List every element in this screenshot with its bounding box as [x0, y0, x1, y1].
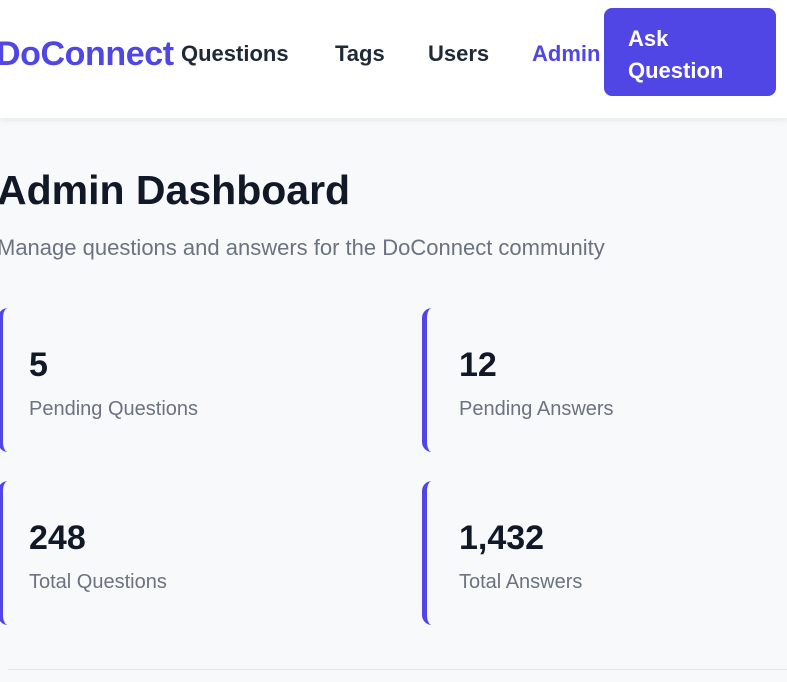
stat-card-total-questions: 248 Total Questions [0, 481, 358, 625]
brand-logo[interactable]: DoConnect [0, 35, 174, 74]
stat-card-total-answers: 1,432 Total Answers [422, 481, 782, 625]
stat-label: Pending Questions [29, 398, 199, 420]
stat-label: Total Answers [459, 571, 583, 593]
page-subtitle: Manage questions and answers for the DoC… [0, 235, 605, 260]
page-title: Admin Dashboard [0, 167, 351, 213]
top-navbar: DoConnect Questions Tags Users Admin Ask… [0, 0, 787, 118]
stat-value: 12 [459, 346, 497, 384]
stat-card-pending-answers: 12 Pending Answers [422, 308, 782, 452]
ask-question-label-line2: Question [628, 58, 724, 83]
nav-link-tags[interactable]: Tags [335, 41, 385, 67]
stat-value: 248 [29, 519, 86, 557]
stat-value: 5 [29, 346, 48, 384]
section-divider [8, 669, 787, 670]
nav-link-questions[interactable]: Questions [181, 41, 289, 67]
nav-link-users[interactable]: Users [428, 41, 489, 67]
stat-label: Total Questions [29, 571, 167, 593]
stat-label: Pending Answers [459, 398, 614, 420]
ask-question-button[interactable]: Ask Question [604, 8, 776, 96]
ask-question-label-line1: Ask [628, 26, 669, 51]
nav-link-admin[interactable]: Admin [532, 41, 600, 67]
stat-card-pending-questions: 5 Pending Questions [0, 308, 358, 452]
stat-value: 1,432 [459, 519, 545, 557]
